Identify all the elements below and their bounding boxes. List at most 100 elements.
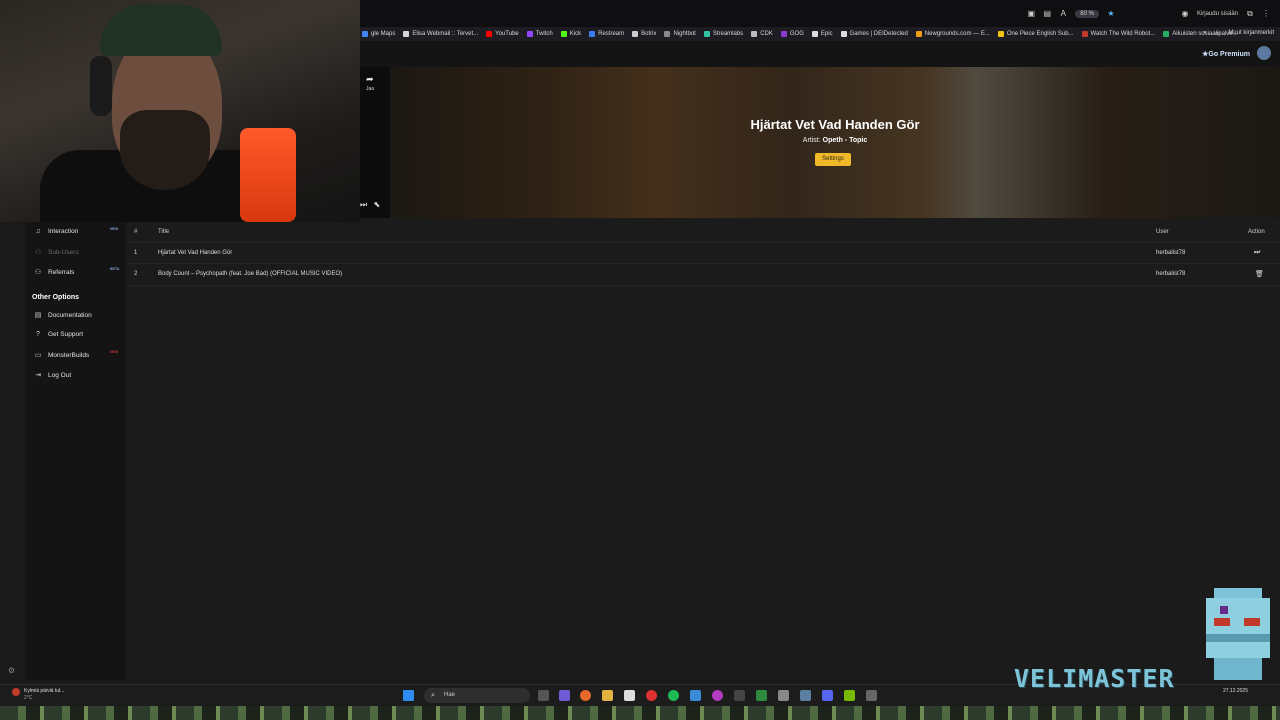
settings-button[interactable]: Settings bbox=[815, 153, 851, 166]
obs-icon[interactable] bbox=[712, 690, 723, 701]
bookmark-item[interactable]: Restream bbox=[589, 31, 624, 37]
clock[interactable]: 27.12.2025 bbox=[1223, 688, 1248, 694]
weather-widget[interactable]: Kylmiä päiviä tul... bbox=[24, 688, 64, 694]
bookmark-label: Twitch bbox=[535, 31, 553, 37]
bookmark-item[interactable]: One Piece English Sub... bbox=[997, 31, 1074, 37]
xbox-icon[interactable] bbox=[756, 690, 767, 701]
settings-app-icon[interactable] bbox=[778, 690, 789, 701]
skip-icon[interactable]: ⏭ bbox=[360, 200, 367, 209]
bookmark-favicon-icon bbox=[403, 31, 410, 37]
bookmark-item[interactable]: YouTube bbox=[486, 31, 519, 37]
bookmark-item[interactable]: Botrix bbox=[632, 31, 656, 37]
translate-icon[interactable]: A bbox=[1059, 10, 1067, 18]
cursor-icon: ⬉ bbox=[373, 200, 381, 209]
bookmark-label: Elisa Webmail :: Tervet... bbox=[412, 31, 479, 37]
file-explorer-icon[interactable] bbox=[602, 690, 613, 701]
bookmark-star-icon[interactable]: ★ bbox=[1107, 10, 1115, 18]
row-user: herbalist78 bbox=[1156, 271, 1186, 277]
bookmark-label: CDK bbox=[760, 31, 773, 37]
store-icon[interactable] bbox=[624, 690, 635, 701]
gear-icon[interactable]: ⚙ bbox=[8, 666, 15, 675]
share-icon[interactable]: ➦ bbox=[366, 74, 374, 85]
bookmark-favicon-icon bbox=[703, 31, 710, 37]
document-icon: ▤ bbox=[34, 312, 42, 319]
row-title: Hjärtat Vet Vad Handen Gör bbox=[158, 250, 233, 256]
sidebar-item-sub-users[interactable]: ⚇ Sub-Users bbox=[34, 248, 79, 257]
new-badge: NEW bbox=[110, 350, 119, 354]
share-label[interactable]: Jaa bbox=[366, 86, 374, 92]
bookmark-favicon-icon bbox=[362, 31, 368, 37]
account-icon[interactable]: ◉ bbox=[1181, 10, 1189, 18]
col-user: User bbox=[1156, 229, 1169, 235]
bookmark-label: Nightbot bbox=[673, 31, 696, 37]
other-bookmarks-label: Muut kirjanmerkit bbox=[1228, 30, 1274, 36]
other-bookmarks[interactable]: » ▭ Muut kirjanmerkit bbox=[1203, 30, 1274, 37]
teams-icon[interactable] bbox=[559, 690, 570, 701]
bookmark-item[interactable]: Epic bbox=[811, 31, 833, 37]
bookmark-favicon-icon bbox=[780, 31, 787, 37]
table-row[interactable]: 1 Hjärtat Vet Vad Handen Gör herbalist78… bbox=[128, 243, 1280, 264]
bookmark-favicon-icon bbox=[840, 31, 847, 37]
discord-icon[interactable] bbox=[822, 690, 833, 701]
firefox-icon[interactable] bbox=[580, 690, 591, 701]
trash-icon[interactable]: 🗑 bbox=[1255, 270, 1264, 278]
sidebar-item-log-out[interactable]: ⇥ Log Out bbox=[34, 371, 71, 380]
terminal-icon[interactable] bbox=[734, 690, 745, 701]
avatar[interactable] bbox=[1257, 46, 1271, 60]
group-icon: ⚇ bbox=[34, 269, 42, 276]
bookmark-item[interactable]: Kick bbox=[560, 31, 581, 37]
bookmark-label: GOG bbox=[789, 31, 804, 37]
go-premium-label: Go Premium bbox=[1208, 51, 1250, 58]
weather-icon[interactable] bbox=[12, 688, 20, 696]
bookmark-item[interactable]: Twitch bbox=[526, 31, 553, 37]
bookmark-item[interactable]: Games | DEIDetected bbox=[840, 31, 908, 37]
calculator-icon[interactable] bbox=[866, 690, 877, 701]
search-icon: ⌕ bbox=[431, 692, 435, 699]
bookmark-label: Watch The Wild Robot... bbox=[1090, 31, 1156, 37]
microphone bbox=[240, 128, 296, 222]
signin-link[interactable]: Kirjaudu sisään bbox=[1197, 11, 1238, 17]
windows-start-icon[interactable] bbox=[403, 690, 414, 701]
chrome-icon[interactable] bbox=[646, 690, 657, 701]
bookmark-favicon-icon bbox=[1163, 31, 1170, 37]
sidebar-item-get-support[interactable]: ? Get Support bbox=[34, 331, 83, 338]
sidebar-item-referrals[interactable]: ⚇ Referrals bbox=[34, 268, 75, 277]
sidebar-item-monsterbuilds[interactable]: ▭ MonsterBuilds bbox=[34, 351, 90, 360]
bookmark-favicon-icon bbox=[751, 31, 758, 37]
sidebar-item-documentation[interactable]: ▤ Documentation bbox=[34, 311, 92, 320]
sidebar-item-label: MonsterBuilds bbox=[48, 351, 90, 359]
music-note-icon: ♫ bbox=[35, 228, 41, 235]
table-row[interactable]: 2 Body Count – Psychopath (feat. Joe Bad… bbox=[128, 264, 1280, 286]
bookmark-item[interactable]: Elisa Webmail :: Tervet... bbox=[403, 31, 478, 37]
telegram-icon[interactable] bbox=[690, 690, 701, 701]
bookmark-item[interactable]: Streamlabs bbox=[703, 31, 744, 37]
steam-icon[interactable] bbox=[800, 690, 811, 701]
col-action: Action bbox=[1248, 229, 1265, 235]
bookmark-favicon-icon bbox=[526, 31, 533, 37]
bookmark-item[interactable]: CDK bbox=[751, 31, 773, 37]
go-premium-link[interactable]: ★Go Premium bbox=[1202, 50, 1250, 58]
sidebar-item-interaction[interactable]: ♫ Interaction bbox=[34, 228, 78, 235]
table-header: # Title User Action bbox=[128, 222, 1280, 243]
bookmark-item[interactable]: GOG bbox=[780, 31, 804, 37]
screenshot-icon[interactable]: ▣ bbox=[1027, 10, 1036, 18]
task-view-icon[interactable] bbox=[538, 690, 549, 701]
row-num: 2 bbox=[134, 271, 138, 277]
taskbar-search[interactable]: ⌕ Hae bbox=[424, 688, 530, 703]
bookmark-item[interactable]: Newgrounds.com — E... bbox=[915, 31, 990, 37]
extensions-icon[interactable]: ⧉ bbox=[1246, 10, 1254, 18]
bookmark-label: Epic bbox=[820, 31, 833, 37]
bookmark-label: One Piece English Sub... bbox=[1006, 31, 1074, 37]
zoom-level[interactable]: 80 % bbox=[1075, 10, 1099, 18]
menu-icon[interactable]: ⋮ bbox=[1262, 10, 1270, 18]
bookmark-item[interactable]: Nightbot bbox=[664, 31, 696, 37]
left-rail bbox=[0, 222, 26, 684]
nvidia-icon[interactable] bbox=[844, 690, 855, 701]
bookmark-label: Streamlabs bbox=[712, 31, 744, 37]
skip-icon[interactable]: ⏭ bbox=[1254, 249, 1260, 257]
bookmark-item[interactable]: gle Maps bbox=[362, 31, 395, 37]
bookmark-label: YouTube bbox=[495, 31, 519, 37]
spotify-icon[interactable] bbox=[668, 690, 679, 701]
bookmark-item[interactable]: Watch The Wild Robot... bbox=[1081, 31, 1156, 37]
reader-icon[interactable]: ▤ bbox=[1043, 10, 1052, 18]
